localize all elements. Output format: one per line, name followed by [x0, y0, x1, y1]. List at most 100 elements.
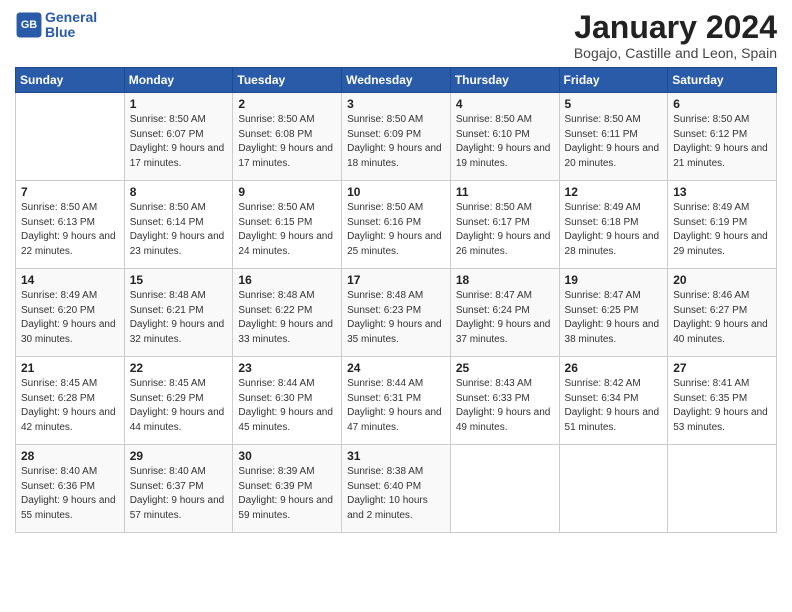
day-info: Sunrise: 8:50 AMSunset: 6:16 PMDaylight:… [347, 201, 445, 259]
day-number: 5 [565, 97, 663, 111]
day-info: Sunrise: 8:46 AMSunset: 6:27 PMDaylight:… [673, 289, 771, 347]
cell-w1-d3: 2Sunrise: 8:50 AMSunset: 6:08 PMDaylight… [233, 93, 342, 181]
header-saturday: Saturday [668, 68, 777, 93]
cell-w1-d5: 4 Sunrise: 8:50 AMSunset: 6:10 PMDaylight… [450, 93, 559, 181]
logo-line1: General [45, 9, 97, 25]
cell-w5-d3: 30Sunrise: 8:39 AMSunset: 6:39 PMDayligh… [233, 445, 342, 533]
day-number: 22 [130, 361, 228, 375]
cell-w3-d6: 19Sunrise: 8:47 AMSunset: 6:25 PMDayligh… [559, 269, 668, 357]
day-info: Sunrise: 8:45 AMSunset: 6:29 PMDaylight:… [130, 377, 228, 435]
day-info: Sunrise: 8:48 AMSunset: 6:21 PMDaylight:… [130, 289, 228, 347]
cell-w2-d6: 12Sunrise: 8:49 AMSunset: 6:18 PMDayligh… [559, 181, 668, 269]
day-info: Sunrise: 8:49 AMSunset: 6:20 PMDaylight:… [21, 289, 119, 347]
cell-w2-d3: 9Sunrise: 8:50 AMSunset: 6:15 PMDaylight… [233, 181, 342, 269]
day-number: 1 [130, 97, 228, 111]
cell-w4-d4: 24 Sunrise: 8:44 AMSunset: 6:31 PMDayligh… [342, 357, 451, 445]
cell-w5-d6 [559, 445, 668, 533]
day-number: 8 [130, 185, 228, 199]
cell-w4-d3: 23Sunrise: 8:44 AMSunset: 6:30 PMDayligh… [233, 357, 342, 445]
day-number: 28 [21, 449, 119, 463]
header-monday: Monday [124, 68, 233, 93]
day-number: 10 [347, 185, 445, 199]
cell-w3-d5: 18Sunrise: 8:47 AMSunset: 6:24 PMDayligh… [450, 269, 559, 357]
week-row-2: 7Sunrise: 8:50 AMSunset: 6:13 PMDaylight… [16, 181, 777, 269]
day-number: 15 [130, 273, 228, 287]
day-number: 20 [673, 273, 771, 287]
day-number: 18 [456, 273, 554, 287]
cell-w3-d2: 15 Sunrise: 8:48 AMSunset: 6:21 PMDayligh… [124, 269, 233, 357]
cell-w5-d7 [668, 445, 777, 533]
week-row-3: 14 Sunrise: 8:49 AMSunset: 6:20 PMDayligh… [16, 269, 777, 357]
day-number: 27 [673, 361, 771, 375]
day-info: Sunrise: 8:48 AMSunset: 6:23 PMDaylight:… [347, 289, 445, 347]
cell-w1-d4: 3 Sunrise: 8:50 AMSunset: 6:09 PMDaylight… [342, 93, 451, 181]
day-info: Sunrise: 8:38 AMSunset: 6:40 PMDaylight:… [347, 465, 445, 523]
cell-w3-d3: 16 Sunrise: 8:48 AMSunset: 6:22 PMDayligh… [233, 269, 342, 357]
day-number: 3 [347, 97, 445, 111]
day-info: Sunrise: 8:40 AMSunset: 6:37 PMDaylight:… [130, 465, 228, 523]
cell-w2-d2: 8Sunrise: 8:50 AMSunset: 6:14 PMDaylight… [124, 181, 233, 269]
cell-w2-d7: 13 Sunrise: 8:49 AMSunset: 6:19 PMDayligh… [668, 181, 777, 269]
header: GB General Blue January 2024 Bogajo, Cas… [15, 10, 777, 61]
cell-w4-d1: 21 Sunrise: 8:45 AMSunset: 6:28 PMDayligh… [16, 357, 125, 445]
location: Bogajo, Castille and Leon, Spain [574, 45, 777, 61]
cell-w5-d5 [450, 445, 559, 533]
day-number: 13 [673, 185, 771, 199]
cell-w2-d4: 10 Sunrise: 8:50 AMSunset: 6:16 PMDayligh… [342, 181, 451, 269]
cell-w1-d6: 5 Sunrise: 8:50 AMSunset: 6:11 PMDaylight… [559, 93, 668, 181]
svg-text:GB: GB [21, 20, 37, 32]
calendar-page: GB General Blue January 2024 Bogajo, Cas… [0, 0, 792, 612]
day-info: Sunrise: 8:50 AMSunset: 6:10 PMDaylight:… [456, 113, 554, 171]
cell-w2-d5: 11Sunrise: 8:50 AMSunset: 6:17 PMDayligh… [450, 181, 559, 269]
day-number: 14 [21, 273, 119, 287]
day-info: Sunrise: 8:40 AMSunset: 6:36 PMDaylight:… [21, 465, 119, 523]
cell-w1-d7: 6Sunrise: 8:50 AMSunset: 6:12 PMDaylight… [668, 93, 777, 181]
day-info: Sunrise: 8:50 AMSunset: 6:08 PMDaylight:… [238, 113, 336, 171]
day-number: 6 [673, 97, 771, 111]
calendar-table: SundayMondayTuesdayWednesdayThursdayFrid… [15, 67, 777, 533]
day-number: 4 [456, 97, 554, 111]
cell-w4-d6: 26 Sunrise: 8:42 AMSunset: 6:34 PMDayligh… [559, 357, 668, 445]
day-number: 19 [565, 273, 663, 287]
calendar-header: SundayMondayTuesdayWednesdayThursdayFrid… [16, 68, 777, 93]
day-info: Sunrise: 8:44 AMSunset: 6:31 PMDaylight:… [347, 377, 445, 435]
header-row: SundayMondayTuesdayWednesdayThursdayFrid… [16, 68, 777, 93]
day-info: Sunrise: 8:48 AMSunset: 6:22 PMDaylight:… [238, 289, 336, 347]
header-thursday: Thursday [450, 68, 559, 93]
cell-w5-d2: 29Sunrise: 8:40 AMSunset: 6:37 PMDayligh… [124, 445, 233, 533]
day-info: Sunrise: 8:50 AMSunset: 6:09 PMDaylight:… [347, 113, 445, 171]
day-number: 31 [347, 449, 445, 463]
cell-w3-d4: 17Sunrise: 8:48 AMSunset: 6:23 PMDayligh… [342, 269, 451, 357]
day-number: 16 [238, 273, 336, 287]
day-info: Sunrise: 8:41 AMSunset: 6:35 PMDaylight:… [673, 377, 771, 435]
week-row-4: 21 Sunrise: 8:45 AMSunset: 6:28 PMDayligh… [16, 357, 777, 445]
cell-w1-d1 [16, 93, 125, 181]
day-number: 21 [21, 361, 119, 375]
cell-w4-d7: 27 Sunrise: 8:41 AMSunset: 6:35 PMDayligh… [668, 357, 777, 445]
header-wednesday: Wednesday [342, 68, 451, 93]
day-info: Sunrise: 8:50 AMSunset: 6:07 PMDaylight:… [130, 113, 228, 171]
day-info: Sunrise: 8:42 AMSunset: 6:34 PMDaylight:… [565, 377, 663, 435]
day-number: 24 [347, 361, 445, 375]
logo-line2: Blue [45, 25, 97, 40]
day-info: Sunrise: 8:50 AMSunset: 6:17 PMDaylight:… [456, 201, 554, 259]
header-friday: Friday [559, 68, 668, 93]
day-info: Sunrise: 8:49 AMSunset: 6:19 PMDaylight:… [673, 201, 771, 259]
header-tuesday: Tuesday [233, 68, 342, 93]
day-info: Sunrise: 8:45 AMSunset: 6:28 PMDaylight:… [21, 377, 119, 435]
cell-w4-d5: 25Sunrise: 8:43 AMSunset: 6:33 PMDayligh… [450, 357, 559, 445]
day-number: 23 [238, 361, 336, 375]
day-info: Sunrise: 8:50 AMSunset: 6:11 PMDaylight:… [565, 113, 663, 171]
day-info: Sunrise: 8:43 AMSunset: 6:33 PMDaylight:… [456, 377, 554, 435]
cell-w2-d1: 7Sunrise: 8:50 AMSunset: 6:13 PMDaylight… [16, 181, 125, 269]
cell-w1-d2: 1 Sunrise: 8:50 AMSunset: 6:07 PMDaylight… [124, 93, 233, 181]
week-row-5: 28 Sunrise: 8:40 AMSunset: 6:36 PMDayligh… [16, 445, 777, 533]
cell-w5-d4: 31 Sunrise: 8:38 AMSunset: 6:40 PMDayligh… [342, 445, 451, 533]
cell-w4-d2: 22 Sunrise: 8:45 AMSunset: 6:29 PMDayligh… [124, 357, 233, 445]
day-info: Sunrise: 8:50 AMSunset: 6:15 PMDaylight:… [238, 201, 336, 259]
day-number: 12 [565, 185, 663, 199]
cell-w5-d1: 28 Sunrise: 8:40 AMSunset: 6:36 PMDayligh… [16, 445, 125, 533]
calendar-body: 1 Sunrise: 8:50 AMSunset: 6:07 PMDaylight… [16, 93, 777, 533]
logo-icon: GB [15, 11, 43, 39]
day-number: 26 [565, 361, 663, 375]
